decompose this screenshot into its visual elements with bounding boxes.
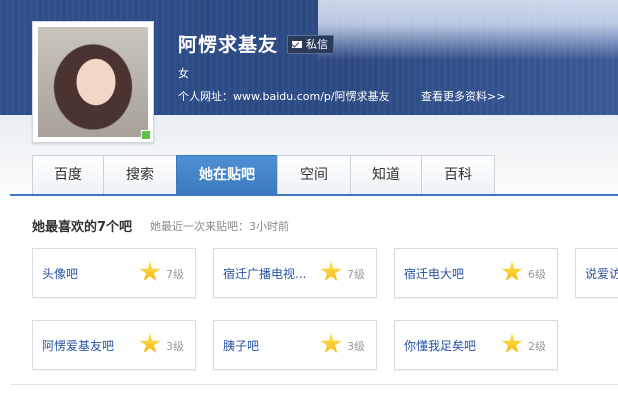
star-icon bbox=[320, 261, 342, 282]
tab-zhidao[interactable]: 知道 bbox=[350, 155, 422, 194]
gender: 女 bbox=[178, 67, 189, 80]
star-icon bbox=[139, 261, 161, 282]
forum-card[interactable]: 说爱访 bbox=[575, 248, 618, 298]
tab-tieba[interactable]: 她在贴吧 bbox=[176, 155, 278, 196]
username: 阿愣求基友 bbox=[178, 34, 279, 56]
forum-card[interactable]: 阿愣爱基友吧 3级 bbox=[32, 320, 196, 370]
personal-url-label: 个人网址： bbox=[178, 90, 233, 103]
avatar[interactable] bbox=[32, 21, 154, 143]
tab-underline bbox=[10, 194, 618, 196]
private-message-button[interactable]: 私信 bbox=[287, 35, 334, 54]
tab-baike[interactable]: 百科 bbox=[421, 155, 495, 194]
forum-level: 3级 bbox=[347, 340, 365, 353]
mail-icon bbox=[292, 41, 302, 48]
tab-bar: 百度 搜索 她在贴吧 空间 知道 百科 bbox=[32, 155, 495, 196]
tab-baidu[interactable]: 百度 bbox=[32, 155, 104, 194]
forum-card[interactable]: 宿迁电大吧 6级 bbox=[394, 248, 558, 298]
forum-name: 头像吧 bbox=[42, 267, 79, 281]
forum-card[interactable]: 头像吧 7级 bbox=[32, 248, 196, 298]
forum-card[interactable]: 宿迁广播电视... 7级 bbox=[213, 248, 377, 298]
star-icon bbox=[501, 333, 523, 354]
more-info-link[interactable]: 查看更多资料>> bbox=[421, 88, 505, 104]
private-message-label: 私信 bbox=[306, 38, 328, 51]
star-icon bbox=[139, 333, 161, 354]
forum-level: 7级 bbox=[166, 268, 184, 281]
section-divider bbox=[10, 384, 618, 385]
forum-level: 7级 bbox=[347, 268, 365, 281]
forum-name: 阿愣爱基友吧 bbox=[42, 339, 115, 353]
forum-name: 宿迁电大吧 bbox=[404, 267, 465, 281]
forum-level: 2级 bbox=[528, 340, 546, 353]
forum-card[interactable]: 你懂我足矣吧 2级 bbox=[394, 320, 558, 370]
forum-name: 宿迁广播电视... bbox=[223, 267, 307, 281]
personal-url-value[interactable]: www.baidu.com/p/阿愣求基友 bbox=[233, 90, 390, 103]
forum-card[interactable]: 胰子吧 3级 bbox=[213, 320, 377, 370]
forum-name: 说爱访 bbox=[585, 267, 618, 281]
favorites-title: 她最喜欢的7个吧 bbox=[32, 220, 133, 235]
tab-search[interactable]: 搜索 bbox=[103, 155, 177, 194]
tab-space[interactable]: 空间 bbox=[277, 155, 351, 194]
avatar-image bbox=[38, 27, 148, 137]
forum-level: 6级 bbox=[528, 268, 546, 281]
personal-url: 个人网址：www.baidu.com/p/阿愣求基友 bbox=[178, 88, 390, 104]
online-status-icon bbox=[141, 130, 151, 140]
forum-level: 3级 bbox=[166, 340, 184, 353]
star-icon bbox=[320, 333, 342, 354]
last-visit-text: 她最近一次来贴吧：3小时前 bbox=[150, 220, 289, 233]
star-icon bbox=[501, 261, 523, 282]
forum-name: 胰子吧 bbox=[223, 339, 260, 353]
forum-name: 你懂我足矣吧 bbox=[404, 339, 477, 353]
